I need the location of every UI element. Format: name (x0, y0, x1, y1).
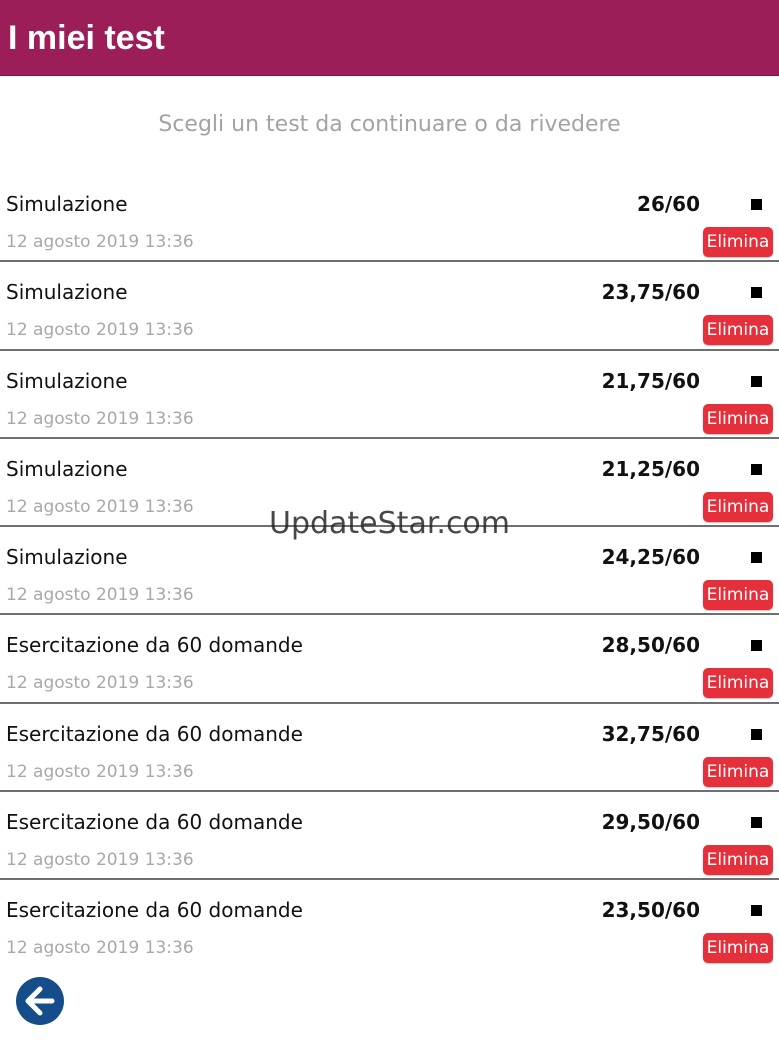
test-score: 32,75/60 (601, 721, 700, 746)
delete-button[interactable]: Elimina (703, 756, 773, 787)
test-score: 29,50/60 (601, 810, 700, 835)
delete-button[interactable]: Elimina (703, 580, 773, 611)
app-bar: I miei test (0, 0, 779, 76)
test-title: Simulazione (6, 545, 128, 570)
back-button[interactable] (16, 977, 64, 1025)
test-row[interactable]: Esercitazione da 60 domande 32,75/60 12 … (0, 704, 779, 793)
test-row[interactable]: Simulazione 21,75/60 12 agosto 2019 13:3… (0, 351, 779, 439)
delete-button[interactable]: Elimina (703, 403, 773, 434)
test-row[interactable]: Esercitazione da 60 domande 29,50/60 12 … (0, 792, 779, 881)
test-score: 24,25/60 (601, 545, 700, 570)
delete-button[interactable]: Elimina (703, 668, 773, 699)
arrow-left-icon (25, 986, 55, 1016)
square-icon (751, 199, 762, 210)
test-score: 26/60 (637, 192, 700, 216)
square-icon (751, 552, 762, 564)
test-title: Esercitazione da 60 domande (6, 721, 303, 746)
test-date: 12 agosto 2019 13:36 (6, 585, 194, 606)
delete-button[interactable]: Elimina (703, 933, 773, 964)
page-title: I miei test (8, 19, 165, 57)
test-row[interactable]: Simulazione 24,25/60 12 agosto 2019 13:3… (0, 527, 779, 616)
square-icon (751, 375, 762, 387)
square-icon (751, 905, 762, 917)
square-icon (751, 728, 762, 740)
test-date: 12 agosto 2019 13:36 (6, 320, 194, 341)
delete-button[interactable]: Elimina (703, 845, 773, 876)
test-row[interactable]: Esercitazione da 60 domande 23,50/60 12 … (0, 880, 779, 968)
square-icon (751, 287, 762, 299)
test-date: 12 agosto 2019 13:36 (6, 408, 194, 429)
test-score: 23,50/60 (601, 898, 700, 923)
test-title: Simulazione (6, 192, 128, 216)
square-icon (751, 463, 762, 475)
test-date: 12 agosto 2019 13:36 (6, 850, 194, 871)
test-row[interactable]: Simulazione 26/60 12 agosto 2019 13:36 E… (0, 174, 779, 263)
test-title: Esercitazione da 60 domande (6, 898, 303, 923)
test-row[interactable]: Simulazione 23,75/60 12 agosto 2019 13:3… (0, 262, 779, 351)
test-title: Simulazione (6, 280, 128, 305)
subtitle: Scegli un test da continuare o da rivede… (158, 112, 621, 137)
test-title: Esercitazione da 60 domande (6, 810, 303, 835)
test-score: 21,75/60 (601, 368, 700, 393)
test-row[interactable]: Simulazione 21,25/60 12 agosto 2019 13:3… (0, 439, 779, 528)
test-title: Simulazione (6, 456, 128, 481)
delete-button[interactable]: Elimina (703, 491, 773, 522)
test-list: Simulazione 26/60 12 agosto 2019 13:36 E… (0, 174, 779, 969)
test-score: 28,50/60 (601, 633, 700, 658)
test-score: 21,25/60 (601, 456, 700, 481)
delete-button[interactable]: Elimina (703, 315, 773, 346)
test-date: 12 agosto 2019 13:36 (6, 232, 194, 252)
delete-button[interactable]: Elimina (703, 227, 773, 257)
test-row[interactable]: Esercitazione da 60 domande 28,50/60 12 … (0, 615, 779, 704)
test-score: 23,75/60 (601, 280, 700, 305)
test-date: 12 agosto 2019 13:36 (6, 496, 194, 517)
test-date: 12 agosto 2019 13:36 (6, 938, 194, 959)
square-icon (751, 817, 762, 829)
square-icon (751, 640, 762, 652)
test-date: 12 agosto 2019 13:36 (6, 673, 194, 694)
test-title: Esercitazione da 60 domande (6, 633, 303, 658)
test-date: 12 agosto 2019 13:36 (6, 761, 194, 782)
test-title: Simulazione (6, 368, 128, 393)
